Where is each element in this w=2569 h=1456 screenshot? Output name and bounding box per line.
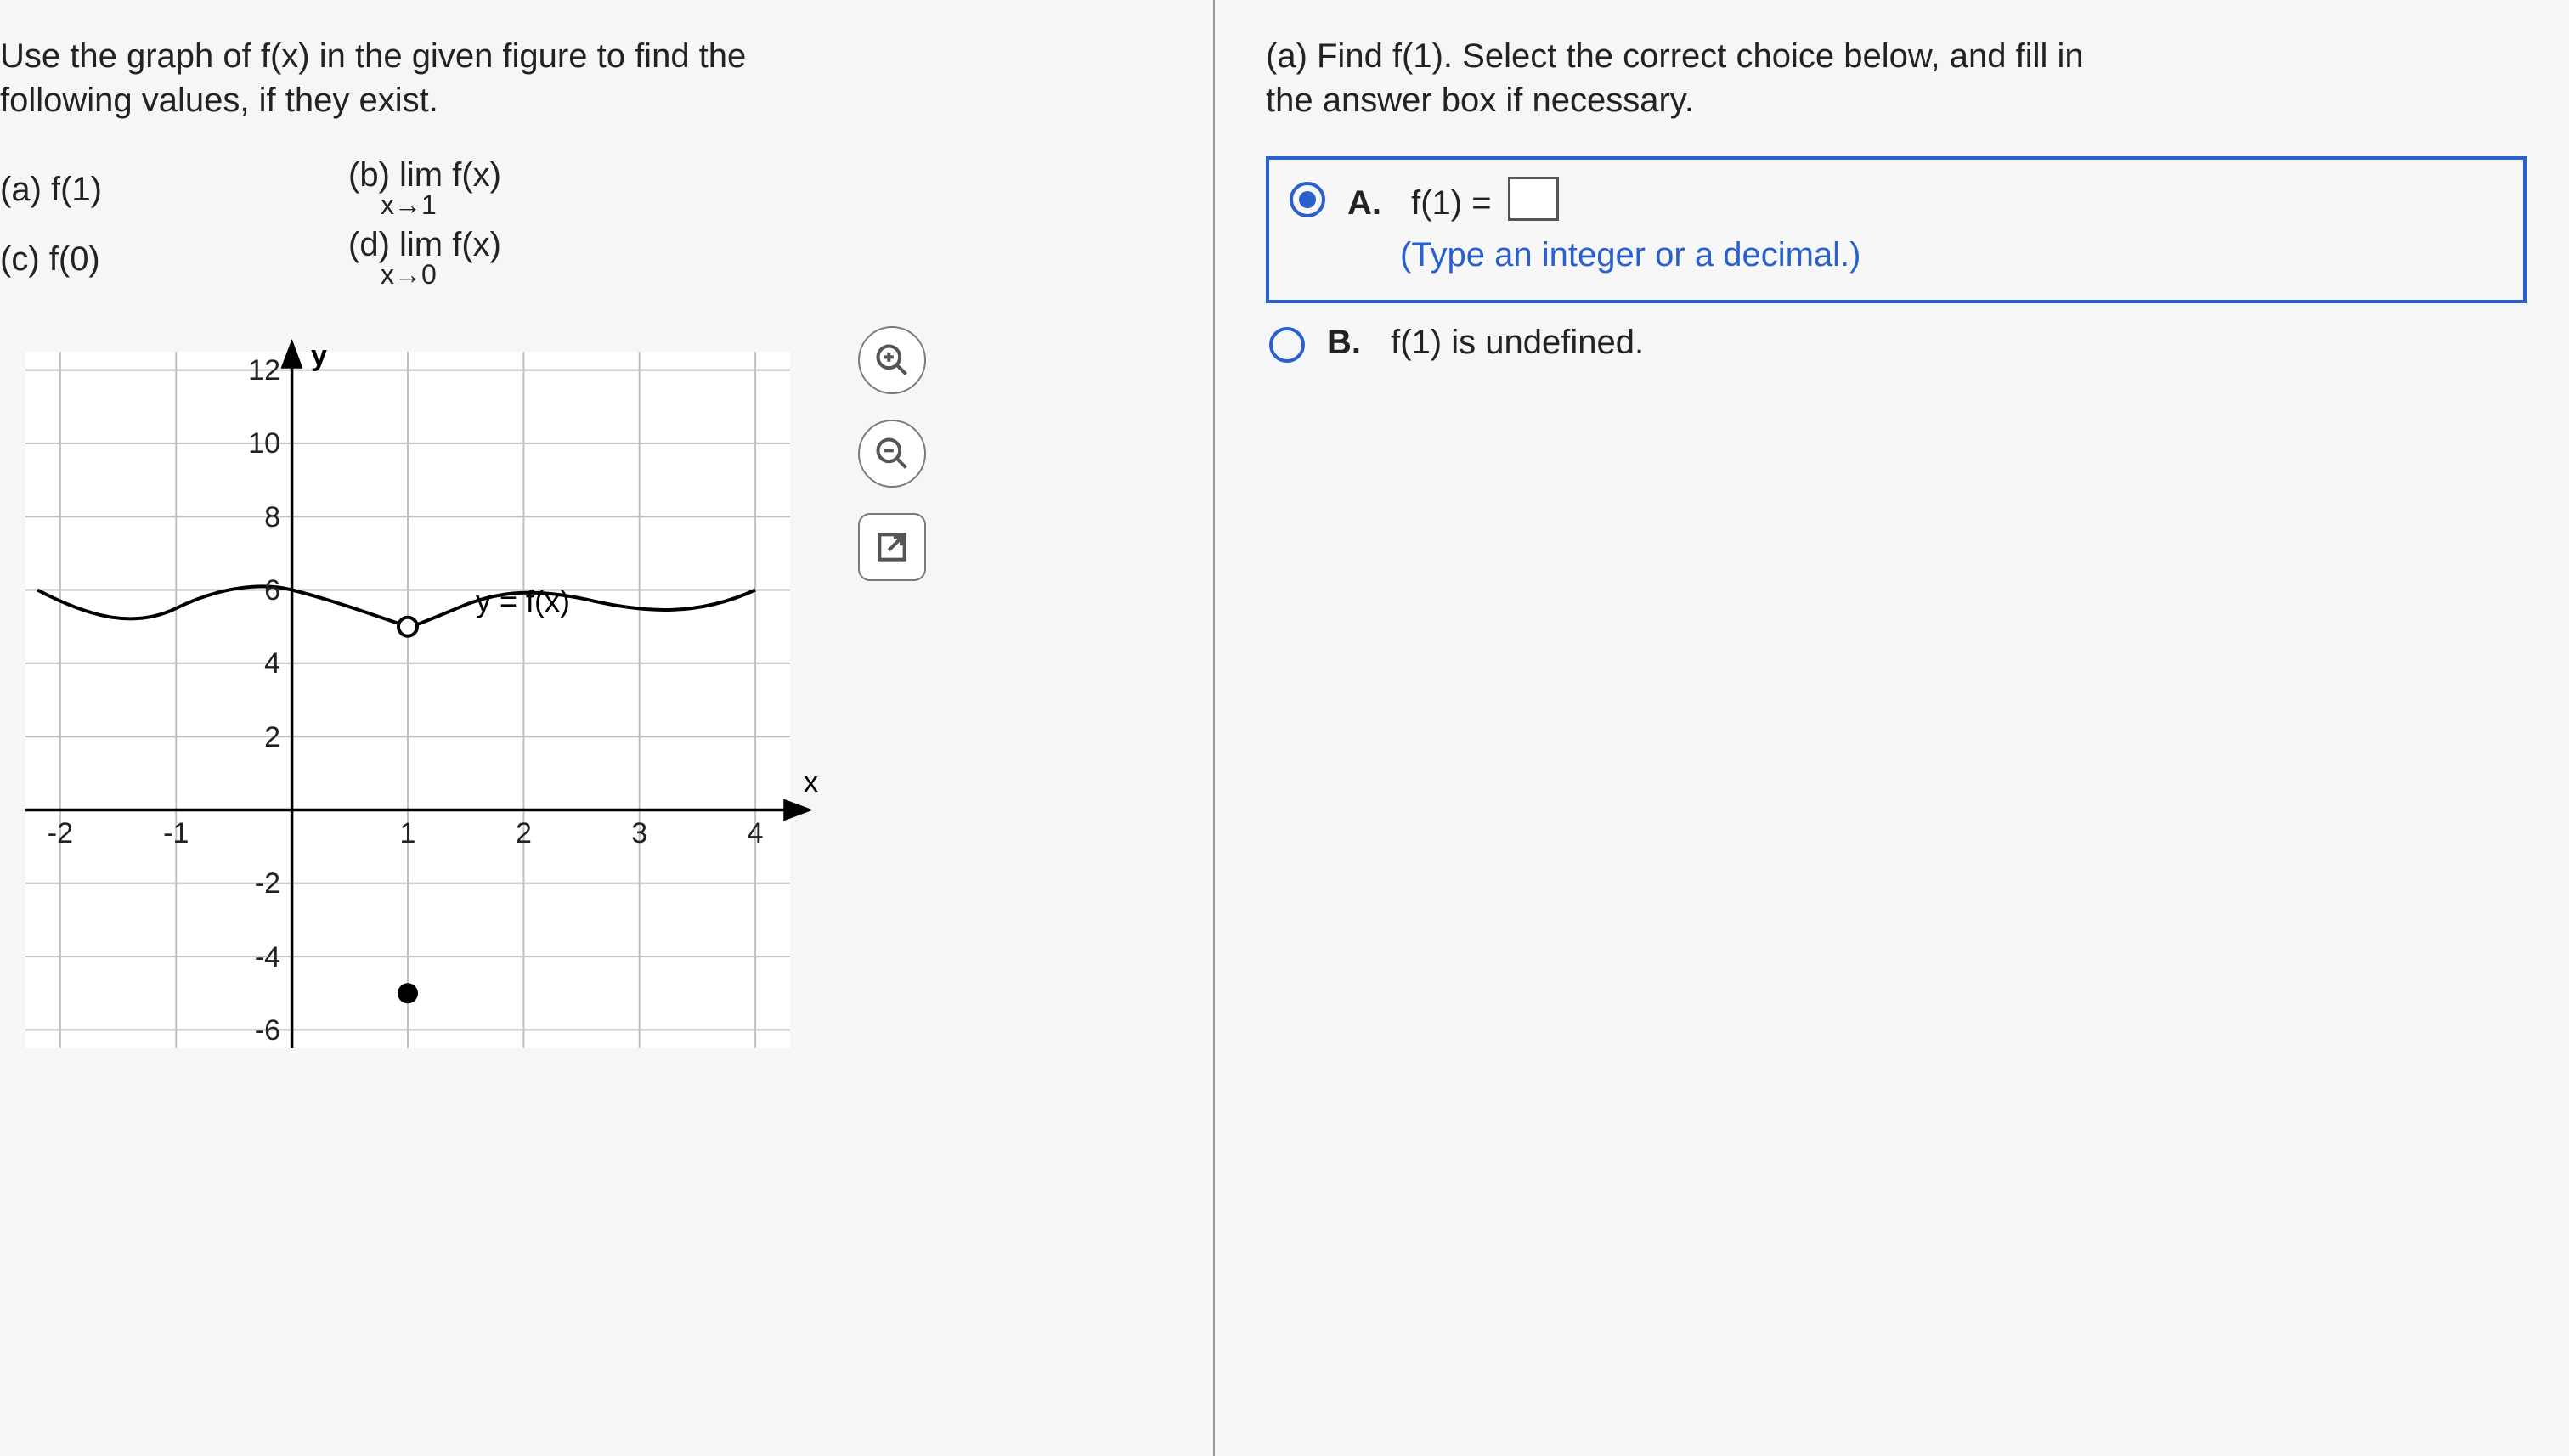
- parts-grid: (a) f(1) (b) lim f(x) x→1 (c) f(0) (d) l…: [0, 156, 1188, 292]
- svg-text:-2: -2: [255, 867, 280, 900]
- choice-b-row[interactable]: B. f(1) is undefined.: [1266, 322, 2527, 363]
- zoom-in-icon[interactable]: [858, 326, 926, 394]
- radio-choice-a[interactable]: [1290, 182, 1325, 217]
- part-a-label: (a) f(1): [0, 171, 348, 209]
- question-line-1: (a) Find f(1). Select the correct choice…: [1266, 37, 2084, 75]
- choice-a-hint: (Type an integer or a decimal.): [1290, 236, 2503, 274]
- choice-b-content: B. f(1) is undefined.: [1327, 324, 1644, 362]
- choice-b-letter: B.: [1327, 324, 1361, 361]
- svg-text:4: 4: [748, 817, 764, 849]
- part-d-label: (d) lim f(x) x→0: [348, 226, 1188, 292]
- svg-text:2: 2: [516, 817, 532, 849]
- right-pane: (a) Find f(1). Select the correct choice…: [1215, 0, 2569, 1456]
- choice-b-text: f(1) is undefined.: [1391, 324, 1644, 361]
- svg-text:1: 1: [400, 817, 416, 849]
- svg-text:3: 3: [631, 817, 647, 849]
- svg-text:-6: -6: [255, 1014, 280, 1047]
- radio-choice-b[interactable]: [1269, 327, 1305, 363]
- function-graph: y x y = f(x) -2 -1 1 2 3 4 12 10 8 6 4 2…: [0, 326, 833, 1074]
- svg-text:2: 2: [264, 721, 280, 753]
- question-text: (a) Find f(1). Select the correct choice…: [1266, 34, 2527, 122]
- graph-container: y x y = f(x) -2 -1 1 2 3 4 12 10 8 6 4 2…: [0, 326, 1188, 1091]
- svg-text:4: 4: [264, 647, 280, 680]
- prompt-line-1: Use the graph of f(x) in the given figur…: [0, 37, 746, 75]
- svg-text:10: 10: [248, 427, 280, 460]
- choice-a-prefix: f(1) =: [1411, 184, 1491, 222]
- prompt-line-2: following values, if they exist.: [0, 82, 438, 119]
- svg-text:-4: -4: [255, 941, 280, 973]
- svg-text:8: 8: [264, 501, 280, 533]
- part-c-label: (c) f(0): [0, 240, 348, 279]
- left-pane: Use the graph of f(x) in the given figur…: [0, 0, 1215, 1456]
- svg-text:6: 6: [264, 574, 280, 607]
- choice-a-letter: A.: [1347, 184, 1381, 222]
- svg-text:-2: -2: [48, 817, 73, 849]
- x-axis-label: x: [804, 766, 818, 799]
- problem-prompt: Use the graph of f(x) in the given figur…: [0, 34, 1188, 122]
- answer-input[interactable]: [1508, 177, 1559, 221]
- svg-text:-1: -1: [163, 817, 189, 849]
- question-line-2: the answer box if necessary.: [1266, 82, 1694, 119]
- part-b-label: (b) lim f(x) x→1: [348, 156, 1188, 223]
- popout-icon[interactable]: [858, 513, 926, 581]
- y-axis-label: y: [311, 340, 327, 372]
- curve-label: y = f(x): [476, 584, 570, 618]
- graph-tools: [858, 326, 926, 581]
- choice-a-box[interactable]: A. f(1) = (Type an integer or a decimal.…: [1266, 156, 2527, 303]
- zoom-out-icon[interactable]: [858, 420, 926, 488]
- choice-a-content: A. f(1) =: [1347, 177, 1559, 223]
- svg-text:12: 12: [248, 354, 280, 387]
